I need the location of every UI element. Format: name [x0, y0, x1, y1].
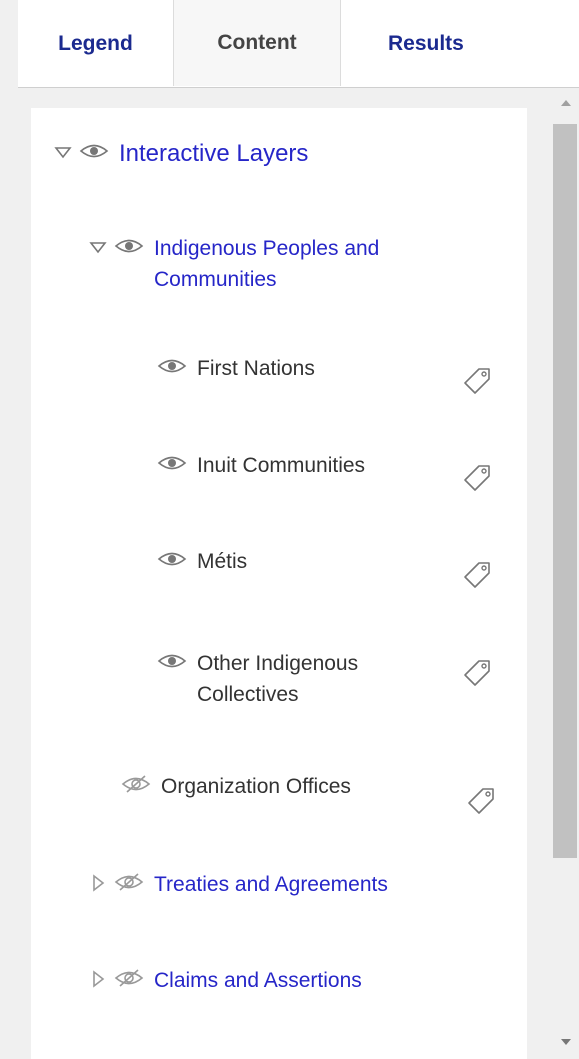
- tab-legend[interactable]: Legend: [18, 0, 173, 87]
- tree-node-treaties: Treaties and Agreements: [88, 869, 388, 900]
- layer-tree-panel: Interactive Layers Indigenous Peoples an…: [31, 108, 527, 1059]
- caret-right-icon[interactable]: [88, 873, 108, 893]
- tree-node-interactive-layers: Interactive Layers: [53, 138, 308, 169]
- tag-icon[interactable]: [461, 781, 499, 819]
- eye-icon[interactable]: [114, 236, 144, 256]
- eye-icon[interactable]: [157, 453, 187, 473]
- layer-label-indigenous-peoples[interactable]: Indigenous Peoples and Communities: [154, 233, 434, 295]
- eye-icon[interactable]: [157, 549, 187, 569]
- tree-node-organization-offices: Organization Offices: [121, 771, 351, 802]
- tag-icon[interactable]: [457, 361, 495, 399]
- tree-node-first-nations: First Nations: [157, 353, 315, 384]
- tab-results[interactable]: Results: [340, 0, 579, 87]
- eye-icon[interactable]: [157, 651, 187, 671]
- scrollbar-thumb[interactable]: [553, 124, 577, 858]
- tab-content[interactable]: Content: [173, 0, 341, 86]
- eye-off-icon[interactable]: [114, 968, 144, 988]
- layer-label-treaties[interactable]: Treaties and Agreements: [154, 869, 388, 900]
- layer-label-inuit-communities[interactable]: Inuit Communities: [197, 450, 365, 481]
- scroll-down-arrow-icon[interactable]: [561, 1039, 571, 1045]
- eye-icon[interactable]: [157, 356, 187, 376]
- tree-node-inuit-communities: Inuit Communities: [157, 450, 365, 481]
- tree-node-metis: Métis: [157, 546, 247, 577]
- layer-label-other-indigenous[interactable]: Other Indigenous Collectives: [197, 648, 417, 710]
- layer-label-organization-offices[interactable]: Organization Offices: [161, 771, 351, 802]
- caret-down-icon[interactable]: [88, 237, 108, 257]
- tag-icon[interactable]: [457, 653, 495, 691]
- eye-off-icon[interactable]: [121, 774, 151, 794]
- vertical-scrollbar[interactable]: [552, 88, 579, 1059]
- tag-icon[interactable]: [457, 458, 495, 496]
- layer-label-interactive-layers[interactable]: Interactive Layers: [119, 138, 308, 169]
- tag-icon[interactable]: [457, 555, 495, 593]
- tab-bar: Legend Content Results: [18, 0, 579, 88]
- eye-icon[interactable]: [79, 141, 109, 161]
- layer-label-first-nations[interactable]: First Nations: [197, 353, 315, 384]
- tree-node-indigenous-peoples: Indigenous Peoples and Communities: [88, 233, 434, 295]
- caret-down-icon[interactable]: [53, 142, 73, 162]
- eye-off-icon[interactable]: [114, 872, 144, 892]
- tree-node-claims: Claims and Assertions: [88, 965, 362, 996]
- caret-right-icon[interactable]: [88, 969, 108, 989]
- layer-label-claims[interactable]: Claims and Assertions: [154, 965, 362, 996]
- scroll-up-arrow-icon[interactable]: [561, 100, 571, 106]
- tree-node-other-indigenous: Other Indigenous Collectives: [157, 648, 417, 710]
- layer-label-metis[interactable]: Métis: [197, 546, 247, 577]
